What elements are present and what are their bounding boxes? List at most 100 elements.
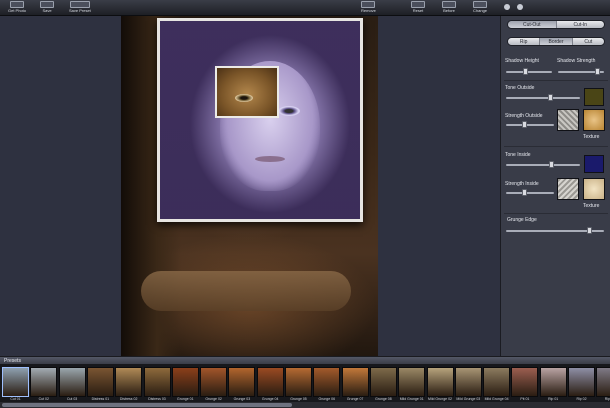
preset-label: Grunge 07 <box>346 397 364 401</box>
divider <box>504 146 608 147</box>
shadow-strength-slider[interactable] <box>558 68 604 75</box>
strength-inside-label: Strength Inside <box>505 181 539 187</box>
preset-thumb[interactable] <box>285 367 312 397</box>
preset-thumb[interactable] <box>143 367 171 397</box>
preset-thumb[interactable] <box>200 367 228 397</box>
shadow-height-label: Shadow Height <box>505 58 539 64</box>
tone-inside-label: Tone Inside <box>505 152 531 158</box>
preset-thumb[interactable] <box>426 367 454 397</box>
before-button[interactable]: Before <box>442 1 456 15</box>
strength-outside-slider[interactable] <box>506 121 554 128</box>
outside-texture-thumb-1[interactable] <box>557 109 579 131</box>
preset-thumb[interactable] <box>398 367 426 397</box>
grunge-edge-slider[interactable] <box>506 227 604 234</box>
preset-label: Grunge 05 <box>290 397 307 401</box>
rip-option[interactable]: Rip <box>508 38 541 45</box>
preset-thumb[interactable] <box>86 367 114 397</box>
outside-texture-thumb-2[interactable] <box>583 109 605 131</box>
photo-preview[interactable] <box>121 16 378 356</box>
cut-in-option[interactable]: Cut-In <box>556 21 604 28</box>
inside-texture-thumb-1[interactable] <box>557 178 579 200</box>
preset-thumb[interactable] <box>483 367 511 397</box>
slider-knob[interactable] <box>594 68 600 75</box>
remove-button[interactable]: Remove <box>361 1 376 15</box>
tone-outside-slider[interactable] <box>506 94 580 101</box>
facebook-icon[interactable] <box>504 4 510 10</box>
texture-label-1: Texture <box>583 134 600 140</box>
strength-inside-slider[interactable] <box>506 189 554 196</box>
preset-label: Distress 01 <box>91 397 110 401</box>
preset-thumb[interactable] <box>171 367 199 397</box>
save-button[interactable]: Save <box>40 1 54 15</box>
preset-label: Rip 02 <box>576 397 587 401</box>
preset-thumb[interactable] <box>30 367 58 397</box>
presets-header: Presets <box>0 356 610 364</box>
border-option[interactable]: Border <box>540 38 573 45</box>
photo-icon <box>10 1 24 8</box>
app-window: Get Photo Save Save Preset Remove Reset … <box>0 0 610 408</box>
tone-outside-label: Tone Outside <box>505 85 535 91</box>
preset-thumb[interactable] <box>313 367 341 397</box>
shadow-height-slider[interactable] <box>506 68 552 75</box>
reset-button[interactable]: Reset <box>411 1 425 15</box>
preset-thumb[interactable] <box>115 367 143 397</box>
slider-knob[interactable] <box>522 68 528 75</box>
preset-label: Pit 01 <box>520 397 530 401</box>
preset-label: Mild Grunge 04 <box>484 397 509 401</box>
preset-thumb[interactable] <box>2 367 29 397</box>
change-icon <box>473 1 487 8</box>
preset-thumb[interactable] <box>58 367 86 397</box>
texture-label-2: Texture <box>583 203 600 209</box>
preset-label: Grunge 06 <box>318 397 336 401</box>
preset-thumb[interactable] <box>369 367 397 397</box>
slider-knob[interactable] <box>547 94 553 101</box>
tone-outside-swatch[interactable] <box>584 88 604 106</box>
preset-label: Distress 03 <box>148 397 166 401</box>
preset-thumb[interactable] <box>596 367 610 397</box>
save-preset-button[interactable]: Save Preset <box>69 1 91 15</box>
slider-knob[interactable] <box>549 161 555 168</box>
save-preset-icon <box>69 1 90 8</box>
change-button[interactable]: Change <box>473 1 487 15</box>
before-icon <box>442 1 456 8</box>
presets-scrollbar[interactable] <box>0 402 610 408</box>
preset-label: Rip 01 <box>548 397 559 401</box>
settings-icon[interactable] <box>517 4 523 10</box>
scrollbar-thumb[interactable] <box>2 403 292 407</box>
preset-thumb[interactable] <box>341 367 369 397</box>
preset-label: Cut 02 <box>38 397 49 401</box>
preset-label: Rip 03 <box>604 397 610 401</box>
preset-thumb[interactable] <box>256 367 284 397</box>
strength-outside-label: Strength Outside <box>505 113 543 119</box>
reset-icon <box>411 1 425 8</box>
reset-label: Reset <box>412 8 424 13</box>
preset-thumb[interactable] <box>228 367 256 397</box>
toolbar: Get Photo Save Save Preset Remove Reset … <box>0 0 610 16</box>
tone-inside-swatch[interactable] <box>584 155 604 173</box>
preset-thumb[interactable] <box>511 367 539 397</box>
slider-knob[interactable] <box>586 227 592 234</box>
cut-option[interactable]: Cut <box>572 38 604 45</box>
before-label: Before <box>443 8 455 13</box>
preset-label: Grunge 04 <box>261 397 279 401</box>
cut-in-window <box>215 66 279 118</box>
preset-thumb[interactable] <box>568 367 595 397</box>
right-eye <box>278 106 300 116</box>
slider-knob[interactable] <box>521 189 527 196</box>
cutout-frame <box>157 18 363 222</box>
preset-thumb[interactable] <box>454 367 482 397</box>
shadow-strength-label: Shadow Strength <box>557 58 596 64</box>
divider <box>504 213 608 214</box>
change-label: Change <box>473 8 488 13</box>
get-photo-button[interactable]: Get Photo <box>8 1 26 15</box>
inside-texture-thumb-2[interactable] <box>583 178 605 200</box>
save-label: Save <box>42 8 52 13</box>
tone-inside-slider[interactable] <box>506 161 580 168</box>
preset-label: Distress 02 <box>119 397 138 401</box>
canvas-area <box>0 16 500 356</box>
slider-knob[interactable] <box>521 121 527 128</box>
settings-panel: Cut-Out Cut-In Rip Border Cut Shadow Hei… <box>500 16 610 356</box>
cut-out-option[interactable]: Cut-Out <box>508 21 557 28</box>
preset-thumb[interactable] <box>539 367 567 397</box>
preset-label: Mild Grunge 02 <box>428 397 452 401</box>
